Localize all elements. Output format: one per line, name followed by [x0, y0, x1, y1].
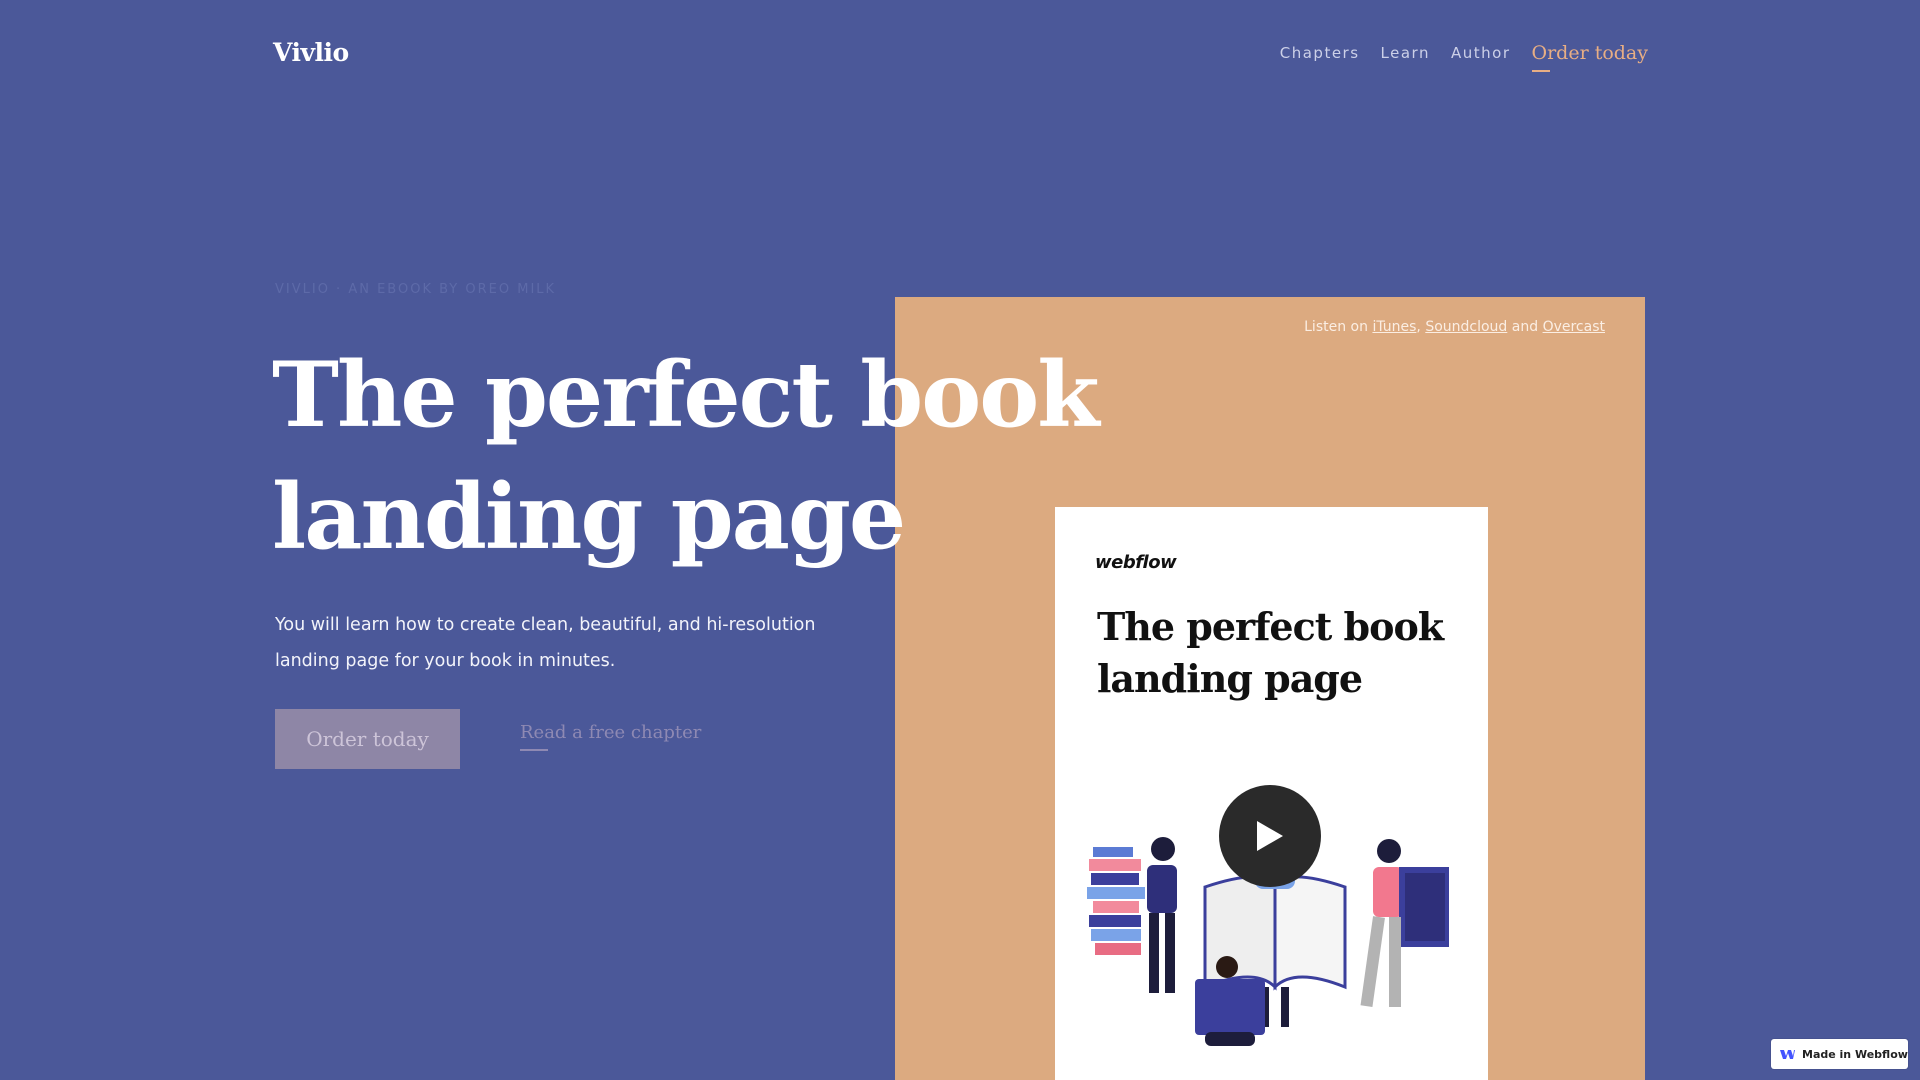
book-brand: webflow	[1095, 552, 1177, 573]
nav-author[interactable]: Author	[1451, 42, 1511, 62]
nav-learn[interactable]: Learn	[1381, 42, 1430, 62]
person-right	[1360, 839, 1449, 1007]
hero-title-line1: The perfect book	[272, 342, 1100, 448]
hero-title-line2: landing page	[272, 464, 906, 570]
made-in-webflow-badge[interactable]: Made in Webflow	[1771, 1039, 1908, 1069]
listen-prefix: Listen on	[1304, 319, 1368, 335]
hero-subtitle: You will learn how to create clean, beau…	[275, 615, 816, 671]
webflow-logo-icon	[1780, 1050, 1795, 1059]
itunes-link[interactable]: iTunes	[1372, 319, 1416, 335]
nav-order-today-label: Order today	[1531, 42, 1649, 64]
nav-chapters[interactable]: Chapters	[1280, 42, 1360, 62]
book-stack	[1087, 847, 1145, 955]
overcast-link[interactable]: Overcast	[1543, 319, 1605, 335]
listen-separator: ,	[1416, 319, 1421, 335]
read-free-chapter-link[interactable]: Read a free chapter	[520, 722, 701, 751]
nav-order-today[interactable]: Order today	[1531, 42, 1649, 72]
site-logo[interactable]: Vivlio	[273, 38, 349, 67]
book-title: The perfect book landing page	[1097, 604, 1444, 701]
read-link-underline	[520, 749, 548, 751]
nav-cta-underline	[1531, 70, 1550, 72]
listen-on-text: Listen on iTunes, Soundcloud and Overcas…	[1304, 319, 1605, 335]
order-today-button-label: Order today	[306, 727, 429, 751]
main-nav: Chapters Learn Author Order today	[1259, 42, 1648, 72]
soundcloud-link[interactable]: Soundcloud	[1425, 319, 1507, 335]
play-icon	[1257, 821, 1283, 851]
hero-title: The perfect book landing page	[272, 334, 1100, 578]
hero-eyebrow: Vivlio · An ebook by Oreo Milk	[275, 282, 557, 297]
badge-label: Made in Webflow	[1802, 1047, 1908, 1061]
read-free-chapter-label: Read a free chapter	[520, 722, 702, 743]
person-left	[1147, 837, 1177, 993]
order-today-button[interactable]: Order today	[275, 709, 460, 769]
listen-and: and	[1511, 319, 1539, 335]
play-button[interactable]	[1219, 785, 1321, 887]
